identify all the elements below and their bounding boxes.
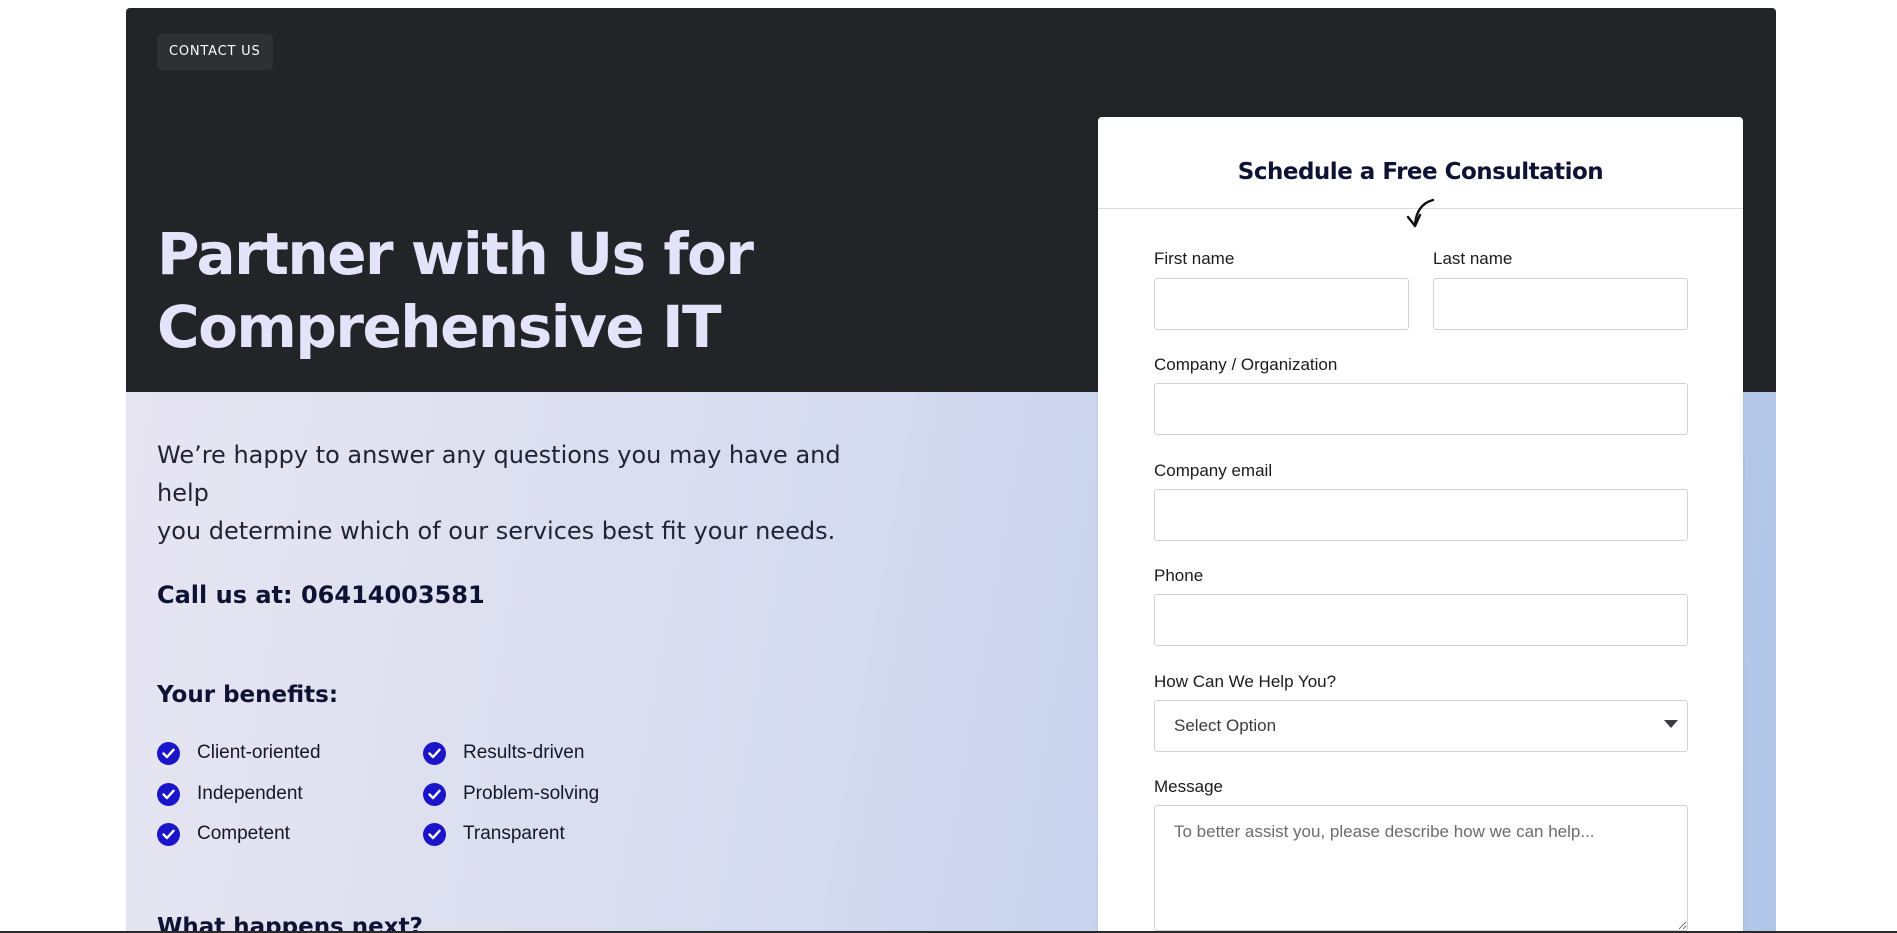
benefit-item: Results-driven: [423, 738, 584, 768]
page-title-line-1: Partner with Us for: [157, 220, 754, 288]
first-name-input[interactable]: [1154, 278, 1409, 330]
form-header: Schedule a Free Consultation: [1098, 117, 1743, 209]
benefit-item: Competent: [157, 819, 290, 849]
company-input[interactable]: [1154, 383, 1688, 435]
last-name-input[interactable]: [1433, 278, 1688, 330]
benefit-item: Client-oriented: [157, 738, 321, 768]
page-title-line-2: Comprehensive IT: [157, 293, 722, 361]
benefit-label: Competent: [197, 823, 290, 844]
company-label: Company / Organization: [1154, 355, 1338, 374]
intro-text: We’re happy to answer any questions you …: [157, 436, 877, 550]
check-circle-icon: [157, 741, 180, 765]
call-us-text: Call us at: 06414003581: [157, 581, 485, 609]
benefit-label: Problem-solving: [463, 783, 600, 804]
consultation-form: Schedule a Free Consultation First name …: [1098, 117, 1743, 933]
check-circle-icon: [423, 782, 446, 806]
email-label: Company email: [1154, 461, 1273, 480]
caret-down-icon: [1664, 720, 1678, 728]
benefit-label: Transparent: [463, 823, 565, 844]
phone-input[interactable]: [1154, 594, 1688, 646]
check-circle-icon: [157, 822, 180, 846]
benefit-label: Results-driven: [463, 742, 585, 763]
intro-line-1: We’re happy to answer any questions you …: [157, 441, 841, 507]
contact-section: CONTACT US Partner with Us for Comprehen…: [126, 8, 1776, 933]
last-name-label: Last name: [1433, 249, 1513, 268]
benefit-item: Problem-solving: [423, 779, 599, 809]
benefits-title: Your benefits:: [157, 682, 339, 708]
benefit-item: Independent: [157, 779, 303, 809]
section-tag: CONTACT US: [157, 34, 273, 70]
help-label: How Can We Help You?: [1154, 672, 1337, 691]
check-circle-icon: [423, 822, 446, 846]
message-textarea[interactable]: [1154, 805, 1688, 931]
email-input[interactable]: [1154, 489, 1688, 541]
benefit-label: Independent: [197, 783, 303, 804]
intro-line-2: you determine which of our services best…: [157, 517, 836, 545]
next-steps-title: What happens next?: [157, 914, 423, 933]
help-select[interactable]: Select Option: [1154, 700, 1688, 752]
check-circle-icon: [157, 782, 180, 806]
first-name-label: First name: [1154, 249, 1235, 268]
page: CONTACT US Partner with Us for Comprehen…: [0, 0, 1897, 933]
page-title: Partner with Us for Comprehensive IT: [157, 218, 857, 364]
phone-label: Phone: [1154, 566, 1204, 585]
benefit-label: Client-oriented: [197, 742, 321, 763]
curved-arrow-down-icon: [1406, 198, 1435, 228]
message-label: Message: [1154, 777, 1223, 796]
form-title: Schedule a Free Consultation: [1237, 159, 1604, 185]
help-select-value: Select Option: [1174, 716, 1277, 735]
check-circle-icon: [423, 741, 446, 765]
benefit-item: Transparent: [423, 819, 565, 849]
